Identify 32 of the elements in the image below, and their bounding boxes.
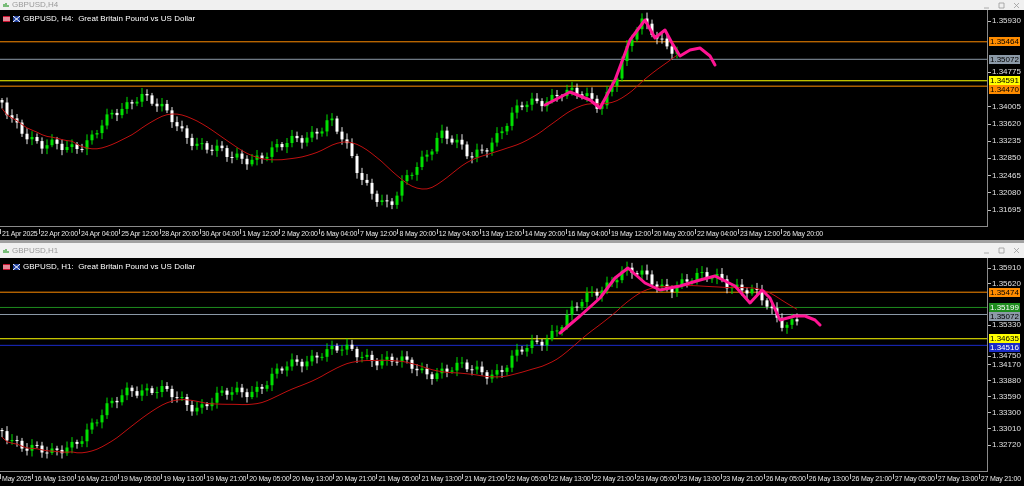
price-tick-label: 1.33880 [992, 376, 1021, 385]
price-level-tag: 1.35199 [989, 302, 1020, 312]
price-tick-label: 1.32080 [992, 188, 1021, 197]
price-tick-label: 1.33620 [992, 120, 1021, 129]
window-title: GBPUSD,H4 [12, 1, 59, 9]
price-tick-label: 1.35930 [992, 17, 1021, 25]
window-title: GBPUSD,H1 [12, 246, 59, 255]
price-level-tag: 1.35072 [989, 311, 1020, 321]
price-level-tag: 1.35464 [989, 37, 1020, 47]
chart-header: GBPUSD, H1: Great Britain Pound vs US Dollar [23, 262, 196, 271]
price-level-tag: 1.34591 [989, 76, 1020, 86]
price-level-tag: 1.35474 [989, 287, 1020, 297]
price-level-tag: 1.34470 [989, 85, 1020, 95]
price-tick-label: 1.35620 [992, 279, 1021, 288]
price-tick-label: 1.33300 [992, 408, 1021, 417]
price-level-tag: 1.35072 [989, 54, 1020, 64]
price-tick-label: 1.34750 [992, 352, 1021, 361]
price-tick-label: 1.32720 [992, 441, 1021, 449]
price-tick-label: 1.34775 [992, 68, 1021, 77]
chart-header: GBPUSD, H4: Great Britain Pound vs US Dollar [23, 14, 196, 23]
price-tick-label: 1.34005 [992, 102, 1021, 111]
price-tick-label: 1.33590 [992, 392, 1021, 401]
price-tick-label: 1.34170 [992, 360, 1021, 369]
price-tick-label: 1.32850 [992, 154, 1021, 163]
price-tick-label: 1.33235 [992, 137, 1021, 146]
price-level-tag: 1.34635 [989, 334, 1020, 344]
price-level-tag: 1.34516 [989, 343, 1020, 353]
price-tick-label: 1.31695 [992, 206, 1021, 214]
price-tick-label: 1.33010 [992, 424, 1021, 433]
price-tick-label: 1.35330 [992, 321, 1021, 330]
price-tick-label: 1.32465 [992, 171, 1021, 180]
price-tick-label: 1.35910 [992, 264, 1021, 272]
